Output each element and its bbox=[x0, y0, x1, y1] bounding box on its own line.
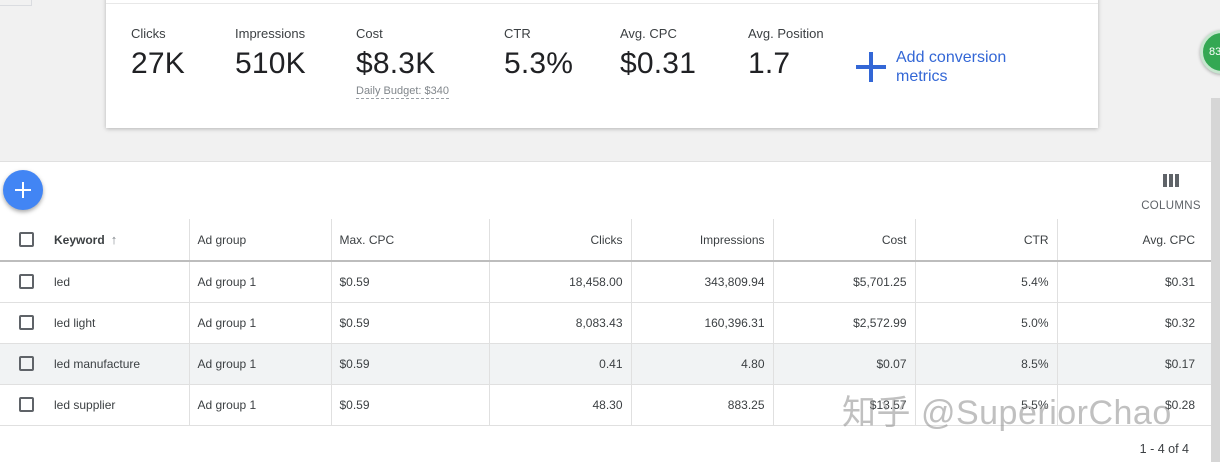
cost-cell: $2,572.99 bbox=[772, 302, 915, 344]
header-avg-cpc[interactable]: Avg. CPC bbox=[1056, 219, 1211, 262]
avg-cpc-cell: $0.32 bbox=[1056, 302, 1211, 344]
impressions-cell: 883.25 bbox=[630, 384, 773, 426]
table-row[interactable]: led manufacture Ad group 1 $0.59 0.41 4.… bbox=[0, 343, 1211, 385]
metric-cost[interactable]: Cost $8.3K Daily Budget: $340 bbox=[356, 26, 449, 99]
clicks-cell: 8,083.43 bbox=[488, 302, 631, 344]
max-cpc-cell[interactable]: $0.59 bbox=[330, 343, 489, 385]
ad-group-cell[interactable]: Ad group 1 bbox=[188, 261, 331, 303]
metric-clicks[interactable]: Clicks 27K bbox=[131, 26, 185, 81]
ctr-cell: 5.5% bbox=[914, 384, 1057, 426]
impressions-cell: 4.80 bbox=[630, 343, 773, 385]
ad-group-cell[interactable]: Ad group 1 bbox=[188, 343, 331, 385]
row-select-cell bbox=[0, 261, 44, 303]
row-select-cell bbox=[0, 384, 44, 426]
plus-icon bbox=[856, 52, 886, 82]
select-all-cell bbox=[0, 219, 44, 262]
keyword-cell[interactable]: led bbox=[44, 261, 189, 303]
metric-label: Clicks bbox=[131, 26, 166, 41]
side-badge[interactable]: 83 bbox=[1200, 30, 1220, 74]
row-checkbox[interactable] bbox=[19, 274, 34, 290]
metric-label: Avg. CPC bbox=[620, 26, 677, 41]
ctr-cell: 5.4% bbox=[914, 261, 1057, 303]
clicks-cell: 48.30 bbox=[488, 384, 631, 426]
clicks-cell: 18,458.00 bbox=[488, 261, 631, 303]
impressions-cell: 343,809.94 bbox=[630, 261, 773, 303]
metric-value: 510K bbox=[235, 47, 306, 80]
header-clicks[interactable]: Clicks bbox=[488, 219, 631, 262]
header-keyword-label: Keyword bbox=[54, 233, 105, 247]
metric-avg-position[interactable]: Avg. Position 1.7 bbox=[748, 26, 824, 81]
metric-value: 5.3% bbox=[504, 47, 574, 80]
metric-value: $0.31 bbox=[620, 47, 697, 80]
metric-avg-cpc[interactable]: Avg. CPC $0.31 bbox=[620, 26, 696, 81]
row-checkbox[interactable] bbox=[19, 315, 34, 331]
add-conversion-metrics-button[interactable]: Add conversion metrics bbox=[856, 48, 1026, 86]
keyword-cell[interactable]: led light bbox=[44, 302, 189, 344]
header-cost[interactable]: Cost bbox=[772, 219, 915, 262]
pagination-status: 1 - 4 of 4 bbox=[1139, 442, 1189, 456]
header-ad-group[interactable]: Ad group bbox=[188, 219, 331, 262]
header-impressions[interactable]: Impressions bbox=[630, 219, 773, 262]
metric-label: Impressions bbox=[235, 26, 306, 41]
card-divider bbox=[106, 3, 1098, 4]
keyword-cell[interactable]: led manufacture bbox=[44, 343, 189, 385]
ad-group-cell[interactable]: Ad group 1 bbox=[188, 384, 331, 426]
metric-label: Cost bbox=[356, 26, 383, 41]
cost-cell: $13.57 bbox=[772, 384, 915, 426]
ctr-cell: 8.5% bbox=[914, 343, 1057, 385]
add-conversion-label: Add conversion metrics bbox=[896, 49, 1007, 85]
avg-cpc-cell: $0.28 bbox=[1056, 384, 1211, 426]
avg-cpc-cell: $0.31 bbox=[1056, 261, 1211, 303]
header-keyword[interactable]: Keyword ↑ bbox=[44, 219, 189, 262]
columns-icon bbox=[1163, 174, 1179, 187]
keyword-cell[interactable]: led supplier bbox=[44, 384, 189, 426]
metric-label: CTR bbox=[504, 26, 531, 41]
keywords-panel: COLUMNS Keyword ↑ Ad group Max. CPC Click… bbox=[0, 161, 1211, 462]
avg-cpc-cell: $0.17 bbox=[1056, 343, 1211, 385]
row-select-cell bbox=[0, 302, 44, 344]
max-cpc-cell[interactable]: $0.59 bbox=[330, 302, 489, 344]
metric-impressions[interactable]: Impressions 510K bbox=[235, 26, 306, 81]
max-cpc-cell[interactable]: $0.59 bbox=[330, 261, 489, 303]
cost-cell: $5,701.25 bbox=[772, 261, 915, 303]
ctr-cell: 5.0% bbox=[914, 302, 1057, 344]
keywords-table: Keyword ↑ Ad group Max. CPC Clicks Impres… bbox=[0, 219, 1211, 426]
scrollbar[interactable] bbox=[1211, 98, 1220, 462]
metric-ctr[interactable]: CTR 5.3% bbox=[504, 26, 573, 81]
table-row[interactable]: led supplier Ad group 1 $0.59 48.30 883.… bbox=[0, 384, 1211, 426]
ad-group-cell[interactable]: Ad group 1 bbox=[188, 302, 331, 344]
add-keyword-button[interactable] bbox=[3, 170, 43, 210]
row-checkbox[interactable] bbox=[19, 356, 34, 372]
top-left-frame bbox=[0, 0, 32, 6]
arrow-up-icon: ↑ bbox=[110, 232, 118, 247]
max-cpc-cell[interactable]: $0.59 bbox=[330, 384, 489, 426]
metric-value: 27K bbox=[131, 47, 185, 80]
summary-card: Clicks 27K Impressions 510K Cost $8.3K D… bbox=[106, 0, 1098, 128]
cost-cell: $0.07 bbox=[772, 343, 915, 385]
table-row[interactable]: led Ad group 1 $0.59 18,458.00 343,809.9… bbox=[0, 261, 1211, 303]
columns-label: COLUMNS bbox=[1141, 200, 1201, 212]
metric-label: Avg. Position bbox=[748, 26, 824, 41]
daily-budget-link[interactable]: Daily Budget: $340 bbox=[356, 85, 449, 99]
impressions-cell: 160,396.31 bbox=[630, 302, 773, 344]
select-all-checkbox[interactable] bbox=[19, 232, 34, 248]
metric-value: $8.3K bbox=[356, 47, 436, 80]
metric-value: 1.7 bbox=[748, 47, 791, 80]
row-checkbox[interactable] bbox=[19, 397, 34, 413]
header-max-cpc[interactable]: Max. CPC bbox=[330, 219, 489, 262]
row-select-cell bbox=[0, 343, 44, 385]
clicks-cell: 0.41 bbox=[488, 343, 631, 385]
columns-button[interactable]: COLUMNS bbox=[1138, 174, 1204, 212]
table-header-row: Keyword ↑ Ad group Max. CPC Clicks Impres… bbox=[0, 219, 1211, 262]
table-row[interactable]: led light Ad group 1 $0.59 8,083.43 160,… bbox=[0, 302, 1211, 344]
header-ctr[interactable]: CTR bbox=[914, 219, 1057, 262]
